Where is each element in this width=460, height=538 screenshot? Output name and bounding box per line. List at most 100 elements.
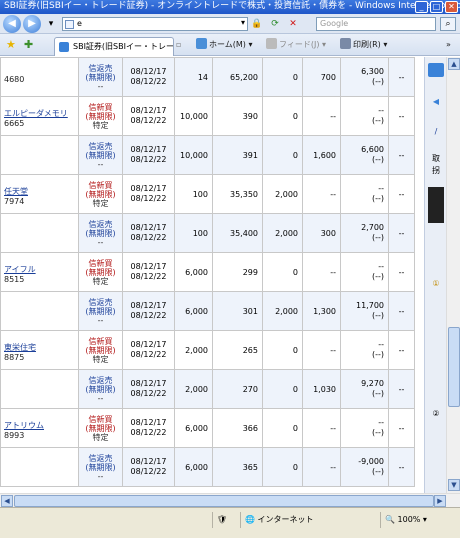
home-button[interactable]: ホーム(M) ▾ — [196, 38, 252, 52]
trade-type-cell: 信新買 (無期限) 特定 — [78, 174, 123, 214]
toolbar-overflow-icon[interactable]: » — [446, 38, 451, 52]
feed-button[interactable]: フィード(J) ▾ — [266, 38, 326, 52]
settlement-date: 08/12/22 — [130, 77, 167, 86]
stock-name-link[interactable]: エルピーダメモリ — [4, 108, 75, 119]
cost-cell: -- — [302, 330, 341, 370]
side-help-icon[interactable]: ② — [428, 409, 444, 418]
maximize-button[interactable]: □ — [430, 1, 443, 13]
dates-cell: 08/12/17 08/12/22 — [122, 291, 175, 331]
settlement-date: 08/12/22 — [130, 233, 167, 242]
trade-type-cell: 信返売 (無期限) -- — [78, 213, 123, 253]
trade-term: (無期限) — [85, 228, 116, 238]
trade-date: 08/12/17 — [130, 379, 167, 388]
fee-cell: 0 — [262, 252, 303, 292]
quantity-cell: 2,000 — [174, 369, 213, 409]
home-icon — [196, 38, 207, 49]
side-banner[interactable] — [428, 187, 444, 223]
stock-cell: 4680 — [0, 57, 79, 97]
settlement-date: 08/12/22 — [130, 350, 167, 359]
quantity-cell: 6,000 — [174, 447, 213, 487]
dates-cell: 08/12/17 08/12/22 — [122, 174, 175, 214]
add-favorites-icon[interactable]: ✚ — [24, 38, 33, 51]
search-input[interactable]: Google — [316, 17, 436, 31]
settlement-date: 08/12/22 — [130, 116, 167, 125]
vertical-scroll-thumb[interactable] — [448, 327, 460, 407]
nav-dropdown-icon[interactable]: ▾ — [44, 17, 58, 31]
table-row: 信返売 (無期限) -- 08/12/17 08/12/22 6,000 301 2,000 1… — [0, 291, 415, 331]
cost-cell: -- — [302, 447, 341, 487]
extra-cell: -- — [388, 135, 415, 175]
side-link-icon[interactable]: / — [428, 127, 444, 136]
account-type: -- — [97, 81, 104, 91]
zoom-control[interactable]: 🔍 100% ▾ — [380, 512, 456, 528]
trade-type: 信新買 — [88, 414, 113, 424]
search-icon[interactable]: ⌕ — [440, 17, 456, 31]
forward-button[interactable]: ▶ — [23, 15, 41, 33]
vertical-scrollbar[interactable]: ▲ ▼ — [446, 57, 460, 493]
tab-sbi[interactable]: SBI証券(旧SBIイー・トレー... — [54, 37, 174, 56]
dates-cell: 08/12/17 08/12/22 — [122, 135, 175, 175]
scroll-left-arrow[interactable]: ◀ — [1, 495, 13, 507]
trade-term: (無期限) — [85, 462, 116, 472]
profit-loss-cell: -- (--) — [340, 408, 389, 448]
trade-type: 信新買 — [88, 258, 113, 268]
cost-cell: 700 — [302, 57, 341, 97]
trade-type-cell: 信新買 (無期限) 特定 — [78, 252, 123, 292]
horizontal-scrollbar[interactable]: ◀ ▶ — [0, 493, 460, 507]
trade-term: (無期限) — [85, 150, 116, 160]
dates-cell: 08/12/17 08/12/22 — [122, 447, 175, 487]
refresh-icon[interactable]: ⟳ — [268, 17, 282, 31]
new-tab-icon[interactable]: ▫ — [176, 38, 181, 52]
scroll-up-arrow[interactable]: ▲ — [448, 58, 460, 70]
stock-cell — [0, 213, 79, 253]
profit-loss-value: -- — [378, 340, 384, 349]
minimize-button[interactable]: _ — [415, 1, 428, 13]
extra-cell: -- — [388, 447, 415, 487]
fee-cell: 0 — [262, 330, 303, 370]
stock-name-link[interactable]: アイフル — [4, 264, 75, 275]
trade-term: (無期限) — [85, 306, 116, 316]
side-panel: ◀ / 取 拐 ① ② — [424, 57, 446, 493]
address-text: e — [77, 19, 82, 28]
stock-name-link[interactable]: アトリウム — [4, 420, 75, 431]
stock-name-link[interactable]: 東栄住宅 — [4, 342, 75, 353]
favorites-star-icon[interactable]: ★ — [6, 38, 16, 51]
fee-cell: 0 — [262, 408, 303, 448]
stock-cell — [0, 447, 79, 487]
address-dropdown-icon[interactable]: ▾ — [241, 18, 245, 27]
stock-cell — [0, 369, 79, 409]
close-window-button[interactable]: ✕ — [445, 1, 458, 13]
side-arrow-icon[interactable]: ◀ — [428, 97, 444, 106]
scroll-down-arrow[interactable]: ▼ — [448, 479, 460, 491]
settlement-date: 08/12/22 — [130, 155, 167, 164]
trade-type: 信新買 — [88, 336, 113, 346]
trade-type-cell: 信新買 (無期限) 特定 — [78, 330, 123, 370]
price-cell: 35,350 — [212, 174, 263, 214]
page-content: 4680 信返売 (無期限) -- 08/12/17 08/12/22 14 65,200 0 7… — [0, 57, 446, 493]
stock-cell: 任天堂 7974 — [0, 174, 79, 214]
fee-cell: 2,000 — [262, 291, 303, 331]
profit-loss-sub: (--) — [371, 467, 384, 476]
profit-loss-value: 9,270 — [361, 379, 384, 388]
table-row: 信返売 (無期限) -- 08/12/17 08/12/22 2,000 270 0 1,030… — [0, 369, 415, 409]
side-tab-icon[interactable] — [428, 63, 444, 77]
trade-type: 信返売 — [88, 375, 113, 385]
address-field[interactable]: e ▾ — [62, 17, 248, 31]
scroll-right-arrow[interactable]: ▶ — [434, 495, 446, 507]
table-row: アトリウム 8993 信新買 (無期限) 特定 08/12/17 08/12/22 6,000… — [0, 408, 415, 448]
horizontal-scroll-thumb[interactable] — [14, 495, 434, 507]
print-button[interactable]: 印刷(R) ▾ — [340, 38, 387, 52]
feed-icon — [266, 38, 277, 49]
table-row: 信返売 (無期限) -- 08/12/17 08/12/22 10,000 391 0 1,60… — [0, 135, 415, 175]
lock-icon[interactable]: 🔒 — [250, 17, 264, 31]
trade-date: 08/12/17 — [130, 301, 167, 310]
stock-name-link[interactable]: 任天堂 — [4, 186, 75, 197]
back-button[interactable]: ◀ — [3, 15, 21, 33]
trade-term: (無期限) — [85, 111, 116, 121]
dates-cell: 08/12/17 08/12/22 — [122, 57, 175, 97]
info-icon[interactable]: ① — [428, 279, 444, 288]
trade-type-cell: 信返売 (無期限) -- — [78, 57, 123, 97]
profit-loss-value: 6,600 — [361, 145, 384, 154]
stop-icon[interactable]: ✕ — [286, 17, 300, 31]
fee-cell: 0 — [262, 96, 303, 136]
